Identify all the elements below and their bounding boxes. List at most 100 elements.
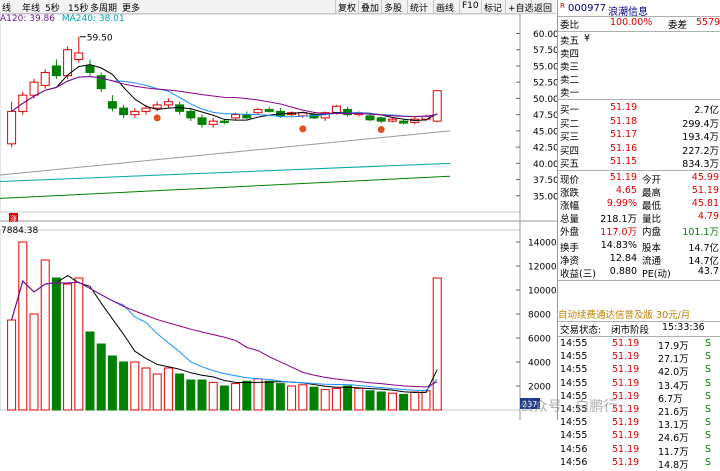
toolbar-sep <box>481 0 482 14</box>
toolbar-item-8[interactable]: 多股 <box>384 1 402 14</box>
tick-side: S <box>705 417 712 429</box>
ma120-value: A120: 39.86 <box>0 14 55 24</box>
stat-label-2: 内盘 <box>642 227 662 238</box>
tick-volume: 42.0万 <box>658 367 689 379</box>
buy-level[interactable]: 买四 51.16 227.2万 <box>558 143 720 157</box>
volume-bar <box>163 367 173 411</box>
buy-volume: 834.3万 <box>682 159 719 170</box>
kline-chart[interactable]: 60.00 57.50 55.00 52.50 50.00 47.50 45.00 42.50… <box>0 0 557 420</box>
toolbar-item-3[interactable]: 15秒 <box>68 1 88 14</box>
toolbar-item-14[interactable]: 返回 <box>534 1 552 14</box>
toolbar-sep <box>335 0 336 14</box>
price-tick-label: 45.00 <box>533 127 557 137</box>
sell-level[interactable]: 卖五 ¥ <box>558 33 720 47</box>
candle-body <box>399 120 409 124</box>
buy-price: 51.19 <box>610 102 638 113</box>
toolbar-item-7[interactable]: 叠加 <box>361 1 379 14</box>
candle-body <box>365 115 375 121</box>
tick-volume: 14.8万 <box>658 459 689 471</box>
tick-price: 51.19 <box>612 338 640 349</box>
volume-bar <box>74 277 84 411</box>
toolbar-item-12[interactable]: 标记 <box>484 1 502 14</box>
tick-volume: 13.4万 <box>658 380 689 392</box>
tick-time: 14:55 <box>560 377 588 389</box>
candle-body <box>387 118 397 122</box>
sell-level[interactable]: 卖一 <box>558 85 720 99</box>
peak-label: 59.50 <box>87 34 113 44</box>
toolbar-item-0[interactable]: 线 <box>2 1 11 14</box>
tick-side: S <box>705 351 712 363</box>
tick-price: 51.19 <box>612 417 640 429</box>
volume-bar <box>175 373 185 411</box>
stat-row: 外盘 117.0万 内盘 101.1万 <box>558 224 720 238</box>
stat-label: 总量 <box>560 214 580 225</box>
sell-label: 卖三 <box>560 62 580 73</box>
stat-row: 换手 14.83% 股本 14.7亿 <box>558 240 720 254</box>
toolbar-item-9[interactable]: 统计 <box>410 1 428 14</box>
toolbar-item-5[interactable]: 更多 <box>122 1 140 14</box>
toolbar-item-11[interactable]: F10 <box>462 1 479 11</box>
sell-label: 卖一 <box>560 88 580 99</box>
volume-tick-label: 6000 <box>528 335 551 345</box>
ma20-line <box>11 75 438 117</box>
stat-label: 现价 <box>560 175 580 186</box>
stat-value-2: 14.7亿 <box>688 243 719 254</box>
volume-bar <box>387 392 397 411</box>
volume-bar <box>309 386 319 411</box>
volume-bar <box>219 385 229 411</box>
volume-bar <box>130 361 140 411</box>
stat-label-2: 最低 <box>642 201 662 212</box>
tick-side: S <box>705 364 712 376</box>
buy-level[interactable]: 买五 51.15 834.3万 <box>558 156 720 170</box>
sell-level[interactable]: 卖四 <box>558 46 720 60</box>
toolbar-item-13[interactable]: +自选 <box>508 1 534 14</box>
tick-time: 14:55 <box>560 417 588 429</box>
buy-level[interactable]: 买二 51.18 299.4万 <box>558 116 720 130</box>
candle-body <box>74 52 84 60</box>
subscription-ad[interactable]: 自动续费通达信普及版 30元/月 <box>558 307 720 321</box>
stat-value: 218.1万 <box>600 214 637 225</box>
stat-value-2: 51.19 <box>691 185 719 196</box>
volume-tick-label: 4000 <box>528 359 551 369</box>
candle-body <box>85 65 95 73</box>
buy-level[interactable]: 买一 51.19 2.7亿 <box>558 102 720 116</box>
tick-side: S <box>705 443 712 455</box>
sell-level[interactable]: 卖三 <box>558 59 720 73</box>
toolbar-item-1[interactable]: 年线 <box>22 1 40 14</box>
buy-price: 51.15 <box>610 156 638 167</box>
stat-value-2: 45.99 <box>691 172 719 183</box>
weibi-label: 委比 <box>560 20 580 31</box>
volume-bar <box>253 378 263 411</box>
price-tick-label: 50.00 <box>533 95 557 105</box>
price-tick-label: 35.00 <box>533 192 557 202</box>
candle-body <box>152 104 162 109</box>
volume-tick-label: 8000 <box>528 311 551 321</box>
price-tick-label: 55.00 <box>533 62 557 72</box>
volume-bar <box>421 390 431 411</box>
toolbar-item-4[interactable]: 多周期 <box>90 1 117 14</box>
candle-body <box>376 117 386 122</box>
tick-price: 51.19 <box>612 430 640 442</box>
volume-bar <box>152 373 162 411</box>
stat-value-2: 43.7 <box>697 266 719 277</box>
chart-toolbar: 线年线 5秒 15秒 多周期 更多 复权 叠加 多股 统计 画线 F10 标记 +自选 返回 <box>0 0 556 14</box>
buy-level[interactable]: 买三 51.17 193.4万 <box>558 129 720 143</box>
volume-bar <box>399 393 409 411</box>
toolbar-item-10[interactable]: 画线 <box>436 1 454 14</box>
buy-label: 买四 <box>560 145 580 157</box>
tick-price: 51.19 <box>612 351 640 363</box>
stat-row: 涨跌 4.65 最高 51.19 <box>558 185 720 199</box>
stat-label: 收益(三) <box>560 269 596 280</box>
buy-volume: 227.2万 <box>682 145 719 157</box>
toolbar-item-6[interactable]: 复权 <box>338 1 356 14</box>
tick-volume: 11.7万 <box>658 446 689 458</box>
trade-status-row: 交易状态: 闭市阶段 15:33:36 <box>558 322 720 336</box>
stock-code[interactable]: 000977 <box>568 3 606 14</box>
toolbar-item-2[interactable]: 5秒 <box>45 1 60 14</box>
status-time: 15:33:36 <box>662 322 705 333</box>
tick-time: 14:56 <box>560 443 588 455</box>
stat-value: 51.19 <box>609 172 637 183</box>
sell-level[interactable]: 卖二 <box>558 72 720 86</box>
stat-row: 总量 218.1万 量比 4.79 <box>558 211 720 225</box>
tick-time: 14:56 <box>560 456 588 468</box>
